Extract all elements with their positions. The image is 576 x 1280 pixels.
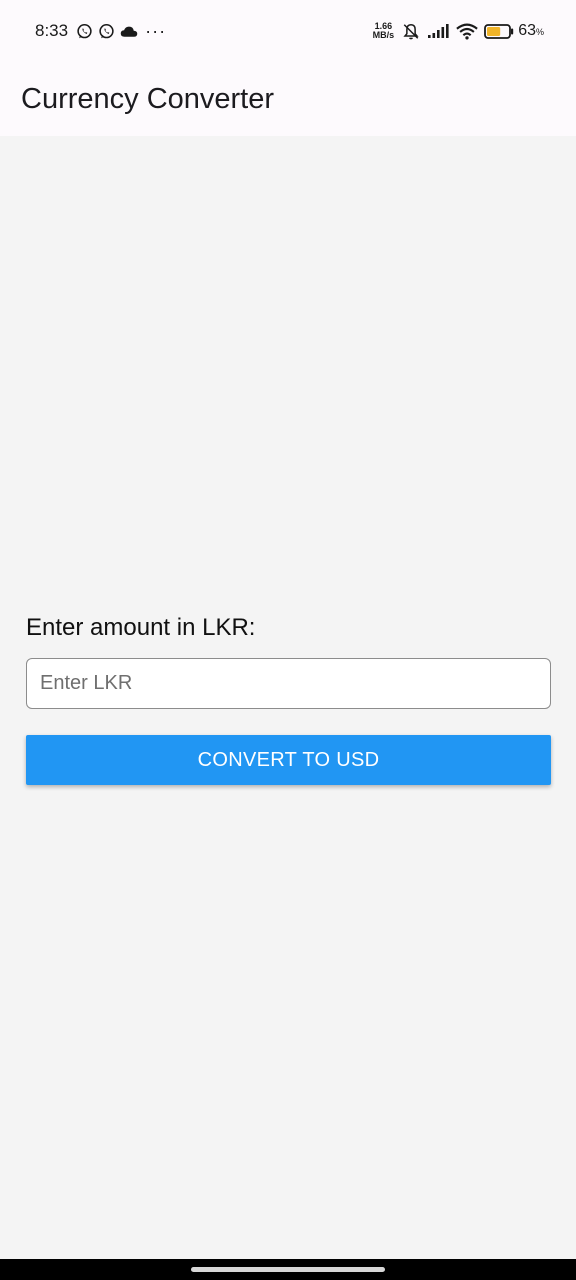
cloud-icon xyxy=(120,25,138,38)
battery-icon xyxy=(484,23,514,39)
app-title: Currency Converter xyxy=(21,82,275,115)
more-notifications-icon: ··· xyxy=(145,21,167,41)
battery-percent-value: 63 xyxy=(518,22,536,39)
network-speed: 1.66 MB/s xyxy=(373,22,395,40)
status-bar: 8:33 ··· 1.66 MB/s 63% xyxy=(0,0,576,62)
battery-percent-unit: % xyxy=(535,27,544,37)
whatsapp-icon xyxy=(98,23,115,40)
signal-icon xyxy=(428,24,450,38)
convert-to-usd-button[interactable]: CONVERT TO USD xyxy=(26,735,551,785)
battery-percent: 63% xyxy=(518,22,544,40)
wifi-icon xyxy=(456,23,478,40)
home-gesture-handle[interactable] xyxy=(191,1267,385,1272)
app-bar: Currency Converter xyxy=(0,62,576,136)
bell-muted-icon xyxy=(402,22,420,41)
amount-label: Enter amount in LKR: xyxy=(26,614,256,641)
navigation-bar xyxy=(0,1259,576,1280)
lkr-amount-input[interactable] xyxy=(26,658,551,709)
whatsapp-icon xyxy=(76,23,93,40)
clock: 8:33 xyxy=(35,21,69,40)
status-left: 8:33 ··· xyxy=(35,21,166,41)
status-right: 1.66 MB/s 63% xyxy=(373,22,544,41)
speed-unit: MB/s xyxy=(372,30,395,40)
